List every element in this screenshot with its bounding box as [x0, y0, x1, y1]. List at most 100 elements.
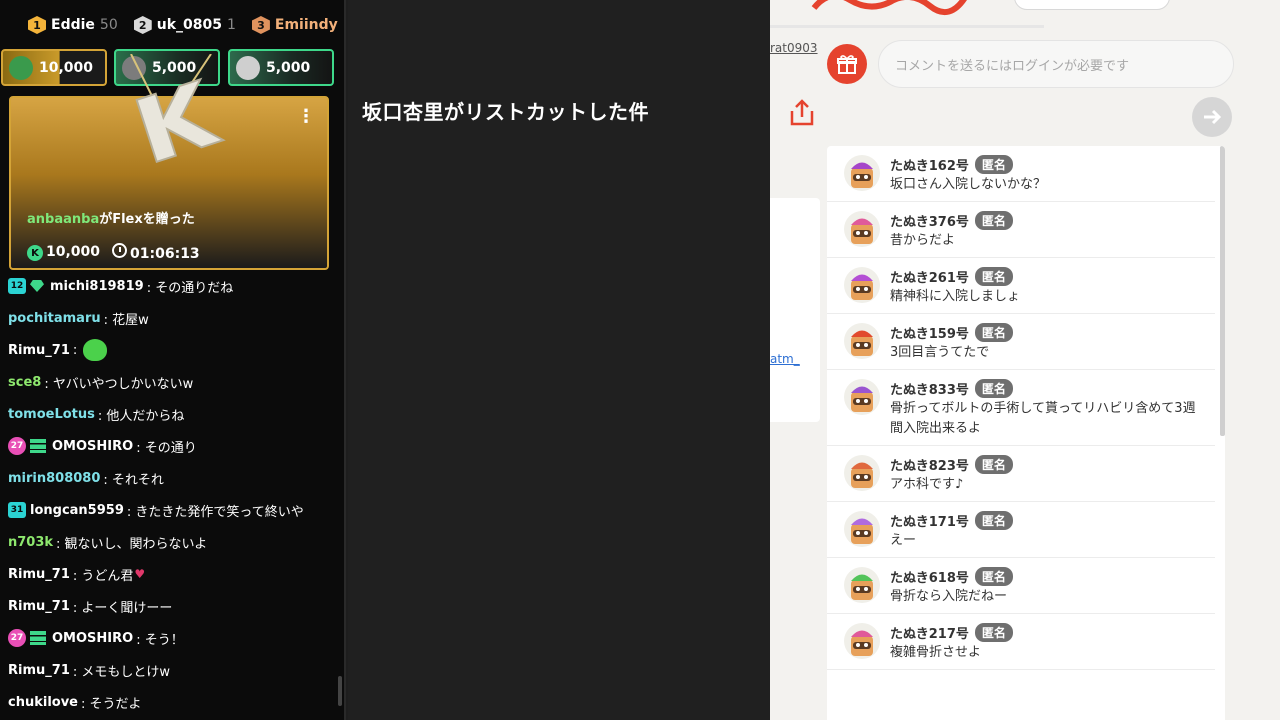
comment-username[interactable]: たぬき823号 — [890, 455, 969, 474]
chat-text: : そうだよ — [81, 696, 142, 712]
comment-input[interactable]: コメントを送るにはログインが必要です — [878, 40, 1234, 88]
comment-text: 複雑骨折させよ — [890, 645, 982, 660]
comment-placeholder: コメントを送るにはログインが必要です — [895, 58, 1130, 74]
subscriber-badge-icon: 27 — [8, 437, 26, 455]
leaderboard-score: 50 — [99, 17, 118, 33]
tanuki-avatar-icon — [844, 211, 880, 247]
chat-message: sce8: ヤバいやつしかいないw — [0, 366, 344, 398]
chat-message: pochitamaru: 花屋w — [0, 302, 344, 334]
comment-username[interactable]: たぬき261号 — [890, 267, 969, 286]
chat-message: Rimu_71: メモもしとけw — [0, 654, 344, 686]
comment-header: たぬき823号 匿名 — [890, 454, 1205, 474]
comment-body: たぬき162号 匿名 坂口さん入院しないかな？ — [890, 154, 1205, 195]
comment-username[interactable]: たぬき217号 — [890, 623, 969, 642]
comment-header: たぬき261号 匿名 — [890, 266, 1205, 286]
comment-text: 昔からだよ — [890, 233, 956, 248]
comment-username[interactable]: たぬき618号 — [890, 567, 969, 586]
header-search-pill[interactable] — [1014, 0, 1170, 10]
pinned-gift-3[interactable]: 5,000 — [228, 49, 334, 86]
rank-badge-icon: 1 — [28, 16, 46, 34]
gift-alert-card: ⋮ anbaanbaがFlexを贈った K 10,000 01:06:13 — [9, 54, 329, 270]
chat-text: : 花屋w — [103, 312, 149, 328]
anonymous-badge: 匿名 — [974, 266, 1013, 286]
chat-username[interactable]: sce8 — [8, 375, 41, 390]
comment-username[interactable]: たぬき376号 — [890, 211, 969, 230]
send-arrow-icon — [1204, 109, 1222, 125]
chat-username[interactable]: michi819819 — [50, 279, 144, 294]
leaderboard-entry-3[interactable]: 3 Emiindy 1 — [251, 16, 344, 34]
anonymous-badge: 匿名 — [974, 622, 1013, 642]
stream-overlay: 坂口杏里がリストカットした件 — [348, 0, 770, 720]
comment-scrollbar[interactable] — [1220, 146, 1225, 436]
user-link[interactable]: rat0903 — [770, 41, 818, 55]
subscriber-badge-icon: 12 — [8, 278, 26, 294]
chat-text: : 観ないし、関わらないよ — [56, 536, 208, 552]
leaderboard-entry-1[interactable]: 1 Eddie 50 — [28, 16, 118, 34]
flex-k-pendant-icon — [130, 54, 226, 164]
comment-body: たぬき159号 匿名 3回目言うてたで — [890, 322, 1205, 363]
stream-title: 坂口杏里がリストカットした件 — [362, 100, 649, 124]
share-icon[interactable] — [786, 97, 818, 129]
comment-site: rat0903 コメントを送るにはログインが必要です atm_ たぬき162号 … — [770, 0, 1280, 720]
gifter-avatar — [236, 55, 260, 80]
leaderboard-entry-2[interactable]: 2 uk_0805 1 — [133, 16, 236, 34]
alert-coins: K 10,000 — [27, 244, 100, 262]
chat-username[interactable]: longcan5959 — [30, 503, 124, 518]
comment-body: たぬき217号 匿名 複雑骨折させよ — [890, 622, 1205, 663]
chat-text: : その通り — [136, 440, 197, 456]
pinned-gift-1[interactable]: 10,000 — [1, 49, 107, 86]
alert-action: がFlexを贈った — [99, 212, 195, 227]
screen: 1 Eddie 50 2 uk_0805 1 3 Emiindy 1 10,00… — [0, 0, 1280, 720]
chat-username[interactable]: Rimu_71 — [8, 663, 70, 678]
chat-username[interactable]: Rimu_71 — [8, 343, 70, 358]
alert-message: anbaanbaがFlexを贈った — [27, 208, 195, 227]
anonymous-badge: 匿名 — [974, 510, 1013, 530]
comment-username[interactable]: たぬき162号 — [890, 155, 969, 174]
anonymous-badge: 匿名 — [974, 566, 1013, 586]
chat-username[interactable]: chukilove — [8, 695, 78, 710]
tanuki-avatar-icon — [844, 511, 880, 547]
comment-item: たぬき261号 匿名 精神科に入院しましょ — [827, 258, 1215, 314]
chat-username[interactable]: pochitamaru — [8, 311, 101, 326]
chat-username[interactable]: Rimu_71 — [8, 567, 70, 582]
chat-username[interactable]: mirin808080 — [8, 471, 100, 486]
chat-text: : — [72, 342, 78, 358]
coin-amount: 10,000 — [46, 243, 101, 260]
comment-item: たぬき833号 匿名 骨折ってボルトの手術して貰ってリハビリ含めて3週間入院出来… — [827, 370, 1215, 446]
side-link[interactable]: atm_ — [770, 352, 800, 366]
chat-scrollbar[interactable] — [338, 676, 342, 706]
alert-menu-icon[interactable]: ⋮ — [297, 106, 315, 127]
chat-username[interactable]: Rimu_71 — [8, 599, 70, 614]
chat-username[interactable]: OMOSHIRO — [52, 631, 133, 646]
comment-item: たぬき376号 匿名 昔からだよ — [827, 202, 1215, 258]
chat-text: : 他人だからね — [97, 408, 185, 424]
comment-header: たぬき376号 匿名 — [890, 210, 1205, 230]
tanuki-avatar-icon — [844, 455, 880, 491]
site-logo[interactable] — [810, 0, 970, 23]
comment-item: たぬき159号 匿名 3回目言うてたで — [827, 314, 1215, 370]
chat-username[interactable]: tomoeLotus — [8, 407, 95, 422]
chat-message: tomoeLotus: 他人だからね — [0, 398, 344, 430]
comment-text: 3回目言うてたで — [890, 345, 990, 360]
clock-icon — [112, 243, 128, 258]
leaderboard-score: 1 — [226, 17, 236, 33]
tanuki-avatar-icon — [844, 155, 880, 191]
gift-button[interactable] — [827, 44, 867, 84]
comment-username[interactable]: たぬき159号 — [890, 323, 969, 342]
chat-username[interactable]: n703k — [8, 535, 53, 550]
send-button[interactable] — [1192, 97, 1232, 137]
chat-message: n703k: 観ないし、関わらないよ — [0, 526, 344, 558]
comment-item: たぬき217号 匿名 複雑骨折させよ — [827, 614, 1215, 670]
comment-header: たぬき162号 匿名 — [890, 154, 1205, 174]
stack-badge-icon — [30, 439, 46, 453]
tanuki-avatar-icon — [844, 379, 880, 415]
chat-message: Rimu_71: うどん君 ♥ — [0, 558, 344, 590]
chat-text: : そう！ — [136, 632, 184, 648]
comment-username[interactable]: たぬき833号 — [890, 379, 969, 398]
tanuki-avatar-icon — [844, 567, 880, 603]
comment-username[interactable]: たぬき171号 — [890, 511, 969, 530]
chat-username[interactable]: OMOSHIRO — [52, 439, 133, 454]
comment-header: たぬき171号 匿名 — [890, 510, 1205, 530]
chat-message: 12 michi819819: その通りだね — [0, 270, 344, 302]
leaderboard-name: Emiindy — [274, 17, 338, 33]
